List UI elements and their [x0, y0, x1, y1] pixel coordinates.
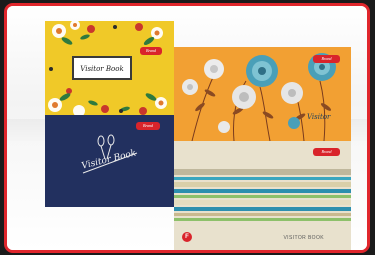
- stripe: [174, 177, 351, 180]
- stripe: [174, 207, 351, 211]
- cover-title: VISITOR BOOK: [283, 235, 324, 241]
- navy-cover: Brand Visitor Book: [45, 115, 174, 207]
- stripe: [174, 169, 351, 175]
- striped-cover: Brand F VISITOR BOOK: [174, 141, 351, 250]
- brand-tag: Brand: [140, 47, 162, 55]
- cover-title: Visitor: [307, 113, 331, 121]
- cover-label: Visitor Book: [72, 56, 132, 80]
- stripe: [174, 195, 351, 198]
- brand-tag: Brand: [313, 148, 340, 156]
- stripe: [174, 200, 351, 205]
- stripe: [174, 218, 351, 221]
- yellow-floral-cover: Brand Visitor Book: [45, 21, 174, 115]
- stripe: [174, 213, 351, 216]
- brand-badge: F: [182, 232, 192, 242]
- product-frame: Brand Visitor Book Brand Visitor Book Br…: [4, 3, 370, 253]
- orange-floral-cover: Brand Visitor: [174, 47, 351, 141]
- cover-title: Visitor Book: [80, 65, 124, 73]
- stripe: [174, 189, 351, 193]
- stripe: [174, 182, 351, 187]
- brand-tag: Brand: [313, 55, 340, 63]
